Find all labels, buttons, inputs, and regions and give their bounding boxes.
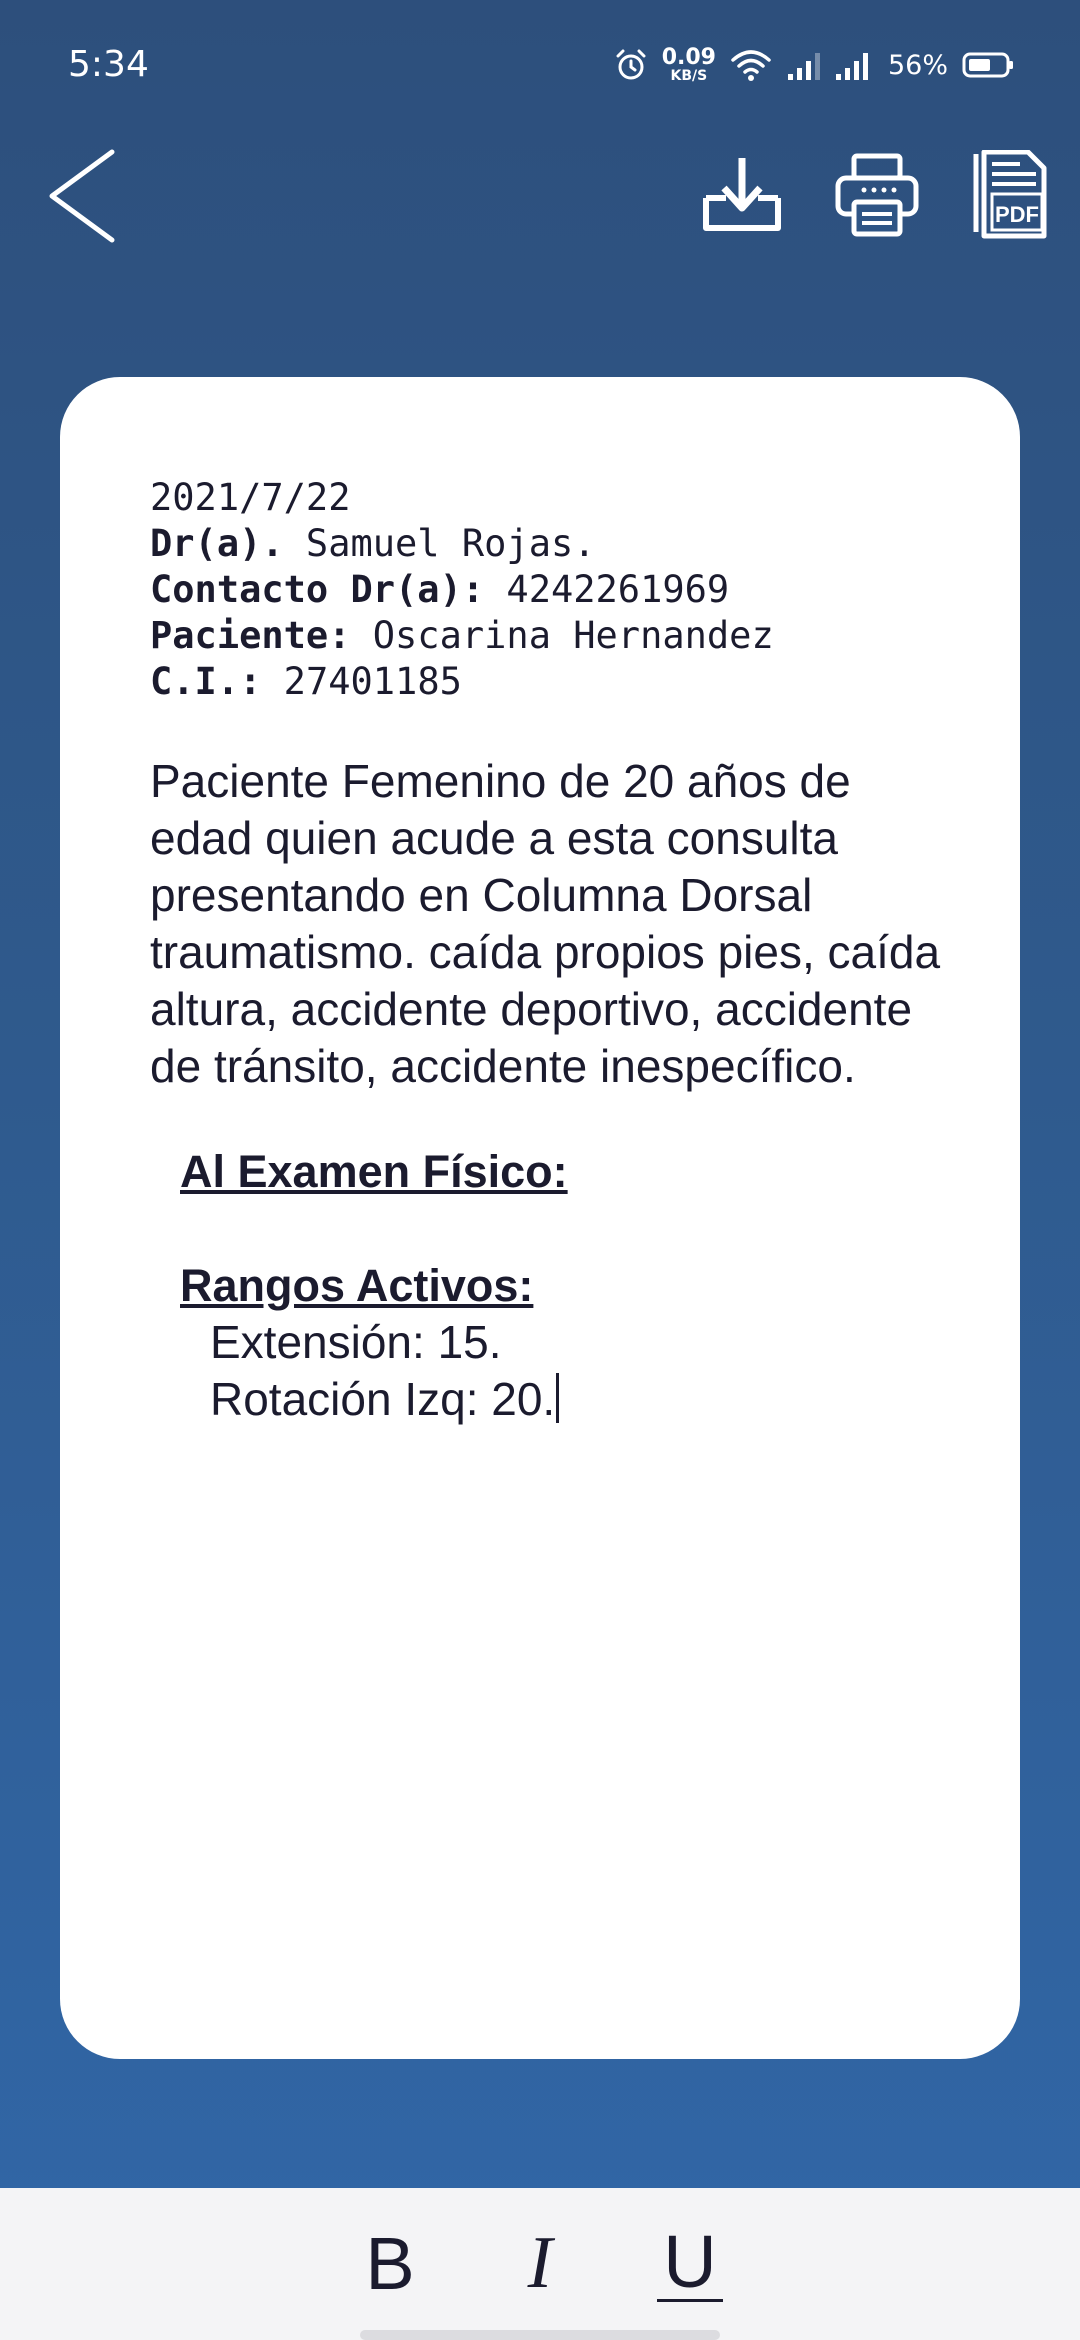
text-cursor: [556, 1373, 560, 1423]
status-icons: 0.09 KB/S 56%: [614, 42, 1014, 88]
range-extension: Extensión: 15.: [210, 1316, 502, 1368]
exam-heading: Al Examen Físico:: [180, 1146, 568, 1197]
ranges-heading: Rangos Activos:: [180, 1260, 534, 1311]
alarm-icon: [616, 49, 646, 80]
italic-button[interactable]: I: [495, 2218, 585, 2308]
bold-button[interactable]: B: [345, 2218, 435, 2308]
ci-value: 27401185: [261, 660, 462, 703]
print-button[interactable]: [832, 150, 922, 240]
back-arrow-icon: [49, 149, 115, 243]
document-header: 2021/7/22 Dr(a). Samuel Rojas. Contacto …: [150, 475, 950, 705]
battery-percent: 56%: [887, 49, 948, 81]
range-rotation-line[interactable]: Rotación Izq: 20.: [210, 1371, 950, 1428]
range-rotation: Rotación Izq: 20.: [210, 1373, 556, 1425]
document-date: 2021/7/22: [150, 476, 351, 519]
contact-value: 4242261969: [484, 568, 730, 611]
doctor-line: Dr(a). Samuel Rojas.: [150, 521, 950, 567]
patient-line: Paciente: Oscarina Hernandez: [150, 613, 950, 659]
download-icon: [703, 158, 781, 231]
ci-label: C.I.:: [150, 660, 262, 703]
net-speed-unit: KB/S: [670, 68, 708, 84]
signal-icon: [787, 53, 820, 80]
home-indicator[interactable]: [360, 2330, 720, 2340]
download-button[interactable]: [698, 150, 788, 240]
doctor-label: Dr(a).: [150, 522, 284, 565]
wifi-icon: [731, 50, 771, 81]
status-bar: 5:34 0.09 KB/S 56%: [0, 0, 1080, 130]
net-speed-value: 0.09: [661, 45, 716, 70]
battery-icon: [962, 52, 1013, 78]
patient-label: Paciente:: [150, 614, 351, 657]
svg-text:PDF: PDF: [995, 202, 1039, 227]
net-speed: 0.09 KB/S: [661, 45, 716, 84]
document-card[interactable]: 2021/7/22 Dr(a). Samuel Rojas. Contacto …: [60, 377, 1020, 2059]
signal-icon-2: [835, 53, 868, 80]
underline-icon: U: [657, 2224, 723, 2302]
ci-line: C.I.: 27401185: [150, 659, 950, 705]
document-editor[interactable]: 2021/7/22 Dr(a). Samuel Rojas. Contacto …: [150, 475, 950, 1428]
status-time: 5:34: [68, 44, 149, 85]
underline-button[interactable]: U: [645, 2218, 735, 2308]
pdf-icon: PDF: [973, 149, 1047, 239]
italic-icon: I: [527, 2221, 553, 2304]
bold-icon: B: [365, 2221, 415, 2305]
consultation-text[interactable]: Paciente Femenino de 20 años de edad qui…: [150, 753, 950, 1095]
pdf-button[interactable]: PDF: [966, 149, 1056, 240]
back-button[interactable]: [44, 146, 124, 246]
printer-icon: [835, 153, 919, 237]
patient-name: Oscarina Hernandez: [350, 614, 774, 657]
contact-line: Contacto Dr(a): 4242261969: [150, 567, 950, 613]
contact-label: Contacto Dr(a):: [150, 568, 485, 611]
format-toolbar: B I U: [0, 2188, 1080, 2340]
doctor-name: Samuel Rojas.: [283, 522, 596, 565]
